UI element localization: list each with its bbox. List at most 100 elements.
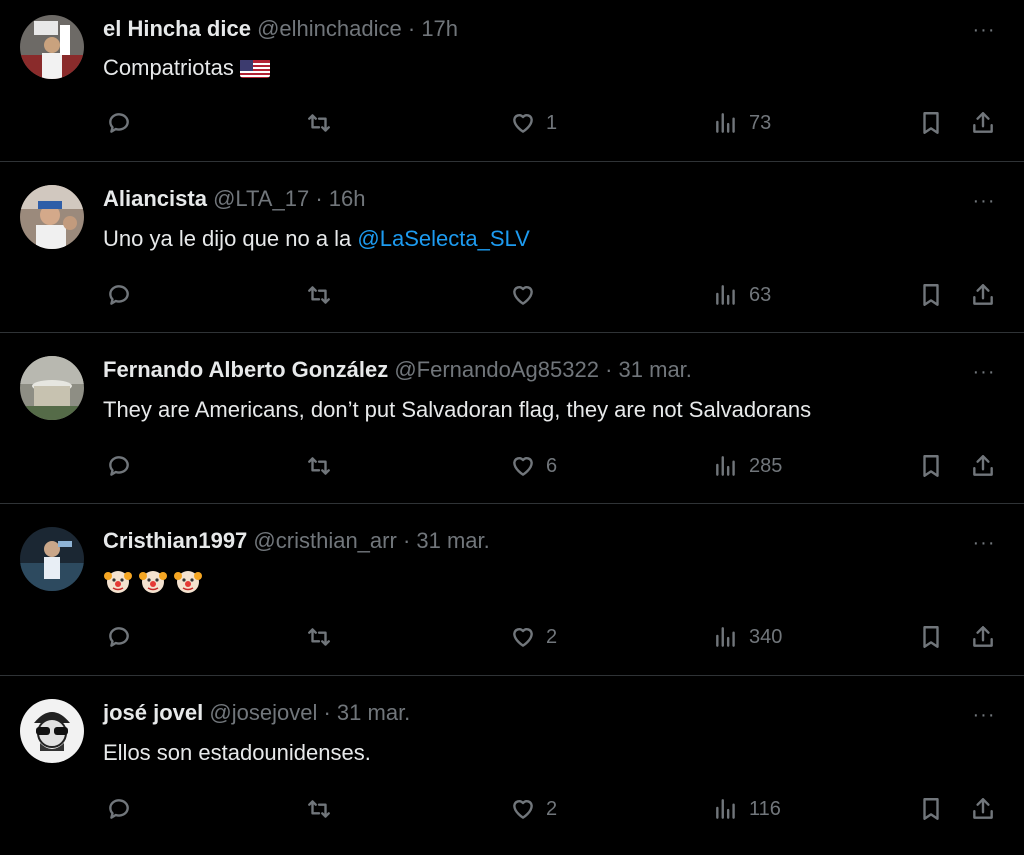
- bookmark-button[interactable]: [918, 451, 944, 481]
- display-name[interactable]: josé jovel: [103, 700, 203, 725]
- tweet[interactable]: Cristhian1997 @cristhian_arr · 31 mar. ·…: [0, 513, 1024, 683]
- display-name[interactable]: Fernando Alberto González: [103, 357, 388, 382]
- tweet[interactable]: josé jovel @josejovel · 31 mar. ··· Ello…: [0, 685, 1024, 855]
- like-count: 1: [546, 111, 558, 134]
- divider: [0, 161, 1024, 162]
- separator: ·: [402, 528, 411, 553]
- reply-button[interactable]: [106, 108, 132, 138]
- share-button[interactable]: [970, 794, 996, 824]
- views-button[interactable]: 116: [713, 794, 781, 824]
- more-icon[interactable]: ···: [968, 529, 1000, 557]
- tweet-text-content: Compatriotas: [103, 55, 234, 80]
- clown-face-icon: [173, 566, 203, 596]
- reply-icon: [109, 799, 129, 819]
- like-icon: [513, 628, 533, 647]
- share-button[interactable]: [970, 108, 996, 138]
- display-name[interactable]: Cristhian1997: [103, 528, 247, 553]
- user-handle[interactable]: @cristhian_arr: [253, 528, 396, 553]
- bookmark-icon: [923, 284, 939, 306]
- avatar[interactable]: [20, 699, 84, 763]
- retweet-button[interactable]: [306, 451, 332, 481]
- timestamp[interactable]: 31 mar.: [416, 528, 489, 553]
- retweet-button[interactable]: [306, 622, 332, 652]
- like-icon: [513, 800, 533, 819]
- views-icon: [716, 627, 735, 647]
- display-name[interactable]: Aliancista: [103, 186, 207, 211]
- like-button[interactable]: 2: [510, 794, 557, 824]
- tweet[interactable]: Aliancista @LTA_17 · 16h ··· Uno ya le d…: [0, 171, 1024, 341]
- view-count: 116: [749, 797, 781, 820]
- view-count: 285: [749, 454, 783, 477]
- timestamp[interactable]: 16h: [329, 186, 366, 211]
- divider: [0, 503, 1024, 504]
- avatar[interactable]: [20, 185, 84, 249]
- views-button[interactable]: 285: [713, 451, 782, 481]
- avatar[interactable]: [20, 527, 84, 591]
- like-button[interactable]: [510, 280, 536, 310]
- bookmark-button[interactable]: [918, 280, 944, 310]
- like-count: 6: [546, 454, 558, 477]
- user-handle[interactable]: @LTA_17: [213, 186, 309, 211]
- more-icon[interactable]: ···: [968, 16, 1000, 44]
- tweet-header: josé jovel @josejovel · 31 mar.: [103, 699, 410, 727]
- reply-icon: [109, 456, 129, 476]
- bookmark-button[interactable]: [918, 622, 944, 652]
- display-name[interactable]: el Hincha dice: [103, 16, 251, 41]
- like-icon: [513, 457, 533, 476]
- user-handle[interactable]: @elhinchadice: [257, 16, 402, 41]
- reply-button[interactable]: [106, 794, 132, 824]
- reply-icon: [109, 113, 129, 133]
- tweet-header: Fernando Alberto González @FernandoAg853…: [103, 356, 692, 384]
- avatar[interactable]: [20, 15, 84, 79]
- bookmark-icon: [923, 112, 939, 134]
- user-handle[interactable]: @josejovel: [209, 700, 317, 725]
- retweet-icon: [308, 457, 330, 475]
- tweet[interactable]: Fernando Alberto González @FernandoAg853…: [0, 342, 1024, 512]
- tweet-header: Aliancista @LTA_17 · 16h: [103, 185, 365, 213]
- views-icon: [716, 285, 735, 305]
- views-button[interactable]: 340: [713, 622, 782, 652]
- timestamp[interactable]: 31 mar.: [619, 357, 692, 382]
- reply-button[interactable]: [106, 451, 132, 481]
- tweet[interactable]: el Hincha dice @elhinchadice · 17h ··· C…: [0, 0, 1024, 170]
- bookmark-button[interactable]: [918, 108, 944, 138]
- view-count: 73: [749, 111, 772, 134]
- like-button[interactable]: 1: [510, 108, 557, 138]
- mention-link[interactable]: @LaSelecta_SLV: [357, 226, 529, 251]
- share-icon: [973, 455, 993, 476]
- timestamp[interactable]: 31 mar.: [337, 700, 410, 725]
- share-button[interactable]: [970, 280, 996, 310]
- retweet-icon: [308, 286, 330, 304]
- reply-button[interactable]: [106, 622, 132, 652]
- share-button[interactable]: [970, 451, 996, 481]
- retweet-button[interactable]: [306, 794, 332, 824]
- views-icon: [716, 456, 735, 476]
- like-button[interactable]: 6: [510, 451, 557, 481]
- timestamp[interactable]: 17h: [421, 16, 458, 41]
- more-icon[interactable]: ···: [968, 187, 1000, 215]
- more-icon[interactable]: ···: [968, 358, 1000, 386]
- like-count: 2: [546, 797, 558, 820]
- share-button[interactable]: [970, 622, 996, 652]
- share-icon: [973, 626, 993, 647]
- more-icon[interactable]: ···: [968, 701, 1000, 729]
- reply-icon: [109, 285, 129, 305]
- views-button[interactable]: 73: [713, 108, 771, 138]
- separator: ·: [605, 357, 613, 382]
- views-button[interactable]: 63: [713, 280, 771, 310]
- tweet-text: [103, 565, 208, 596]
- us-flag-icon: [239, 58, 270, 78]
- retweet-icon: [308, 628, 330, 646]
- retweet-button[interactable]: [306, 280, 332, 310]
- tweet-text: Uno ya le dijo que no a la @LaSelecta_SL…: [103, 224, 530, 254]
- bookmark-button[interactable]: [918, 794, 944, 824]
- tweet-text: Ellos son estadounidenses.: [103, 738, 371, 768]
- reply-button[interactable]: [106, 280, 132, 310]
- avatar[interactable]: [20, 356, 84, 420]
- like-count: 2: [546, 625, 558, 648]
- view-count: 340: [749, 625, 783, 648]
- tweet-text: They are Americans, don’t put Salvadoran…: [103, 395, 811, 425]
- like-button[interactable]: 2: [510, 622, 557, 652]
- retweet-button[interactable]: [306, 108, 332, 138]
- user-handle[interactable]: @FernandoAg85322: [394, 357, 599, 382]
